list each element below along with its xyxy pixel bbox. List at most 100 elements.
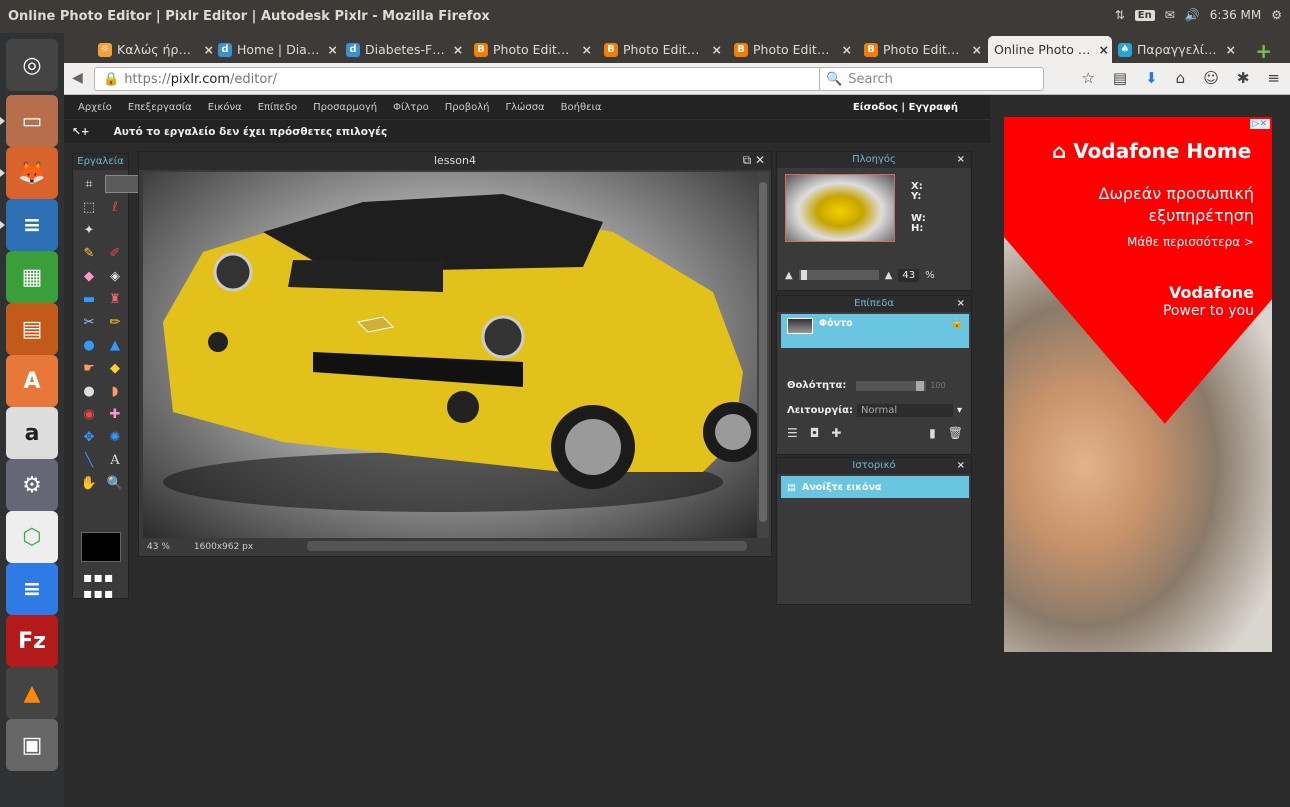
menu-help[interactable]: Βοήθεια [561,102,602,113]
close-icon[interactable]: × [319,42,337,57]
close-icon[interactable]: × [957,152,965,168]
marquee-tool-icon[interactable]: ⬚ [79,198,99,216]
car-photo[interactable] [143,172,763,538]
tab-active[interactable]: Online Photo … × [988,36,1112,63]
tab-5[interactable]: B Photo Edit… × [598,36,728,63]
menu-edit[interactable]: Επεξεργασία [128,102,192,113]
settings-gear-icon[interactable]: ⚙ [1271,8,1282,22]
close-icon[interactable]: × [1218,42,1236,57]
system-settings-icon[interactable]: ⚙ [6,459,58,511]
menu-icon[interactable]: ≡ [1267,69,1280,87]
color-replace-icon[interactable]: ✂ [79,313,99,331]
ubuntu-dash-icon[interactable]: ◎ [6,39,58,91]
mask-icon[interactable]: ◘ [810,426,820,440]
reading-list-icon[interactable]: ▤ [1113,69,1127,87]
duplicate-layer-icon[interactable]: ▮ [929,426,936,440]
impress-icon[interactable]: ▤ [6,303,58,355]
adchoices-icon[interactable]: ▷✕ [1249,119,1270,129]
grid-icon[interactable]: ▪▪▪ ▪▪▪ [83,570,114,602]
color-swatch[interactable] [81,532,121,562]
tab-3[interactable]: d Diabetes-F… × [340,36,468,63]
app-icon[interactable]: ⬡ [6,511,58,563]
writer-icon[interactable]: ≡ [0,199,58,251]
wand-tool-icon[interactable]: ✦ [79,221,99,239]
home-icon[interactable]: ⌂ [1176,69,1186,87]
docs-icon[interactable]: ≡ [6,563,58,615]
sharpen-tool-icon[interactable]: ▲ [105,336,125,354]
vodafone-ad[interactable]: ▷✕ ⌂ Vodafone Home Δωρεάν προσωπική εξυπη… [1004,117,1272,652]
url-bar[interactable]: 🔒 https://pixlr.com/editor/ [94,67,874,91]
zoom-value-input[interactable]: 43 [898,268,920,282]
history-item[interactable]: ▤ Ανοίξτε εικόνα [781,476,969,498]
menu-file[interactable]: Αρχείο [78,102,112,113]
blend-mode-select[interactable]: Normal [856,404,953,417]
sponge-tool-icon[interactable]: ◆ [105,359,125,377]
tab-7[interactable]: B Photo Edit… × [858,36,988,63]
files-icon[interactable]: ▭ [0,95,58,147]
amazon-icon[interactable]: a [6,407,58,459]
gradient-tool-icon[interactable]: ▬ [79,290,99,308]
burn-tool-icon[interactable]: ◗ [105,382,125,400]
menu-image[interactable]: Εικόνα [208,102,242,113]
menu-language[interactable]: Γλώσσα [506,102,545,113]
clock[interactable]: 6:36 ΜΜ [1210,8,1261,22]
extension-icon[interactable]: ✱ [1237,69,1250,87]
mail-icon[interactable]: ✉ [1165,8,1175,22]
lasso-tool-icon[interactable]: ℓ [105,198,125,216]
register-link[interactable]: Εγγραφή [909,102,958,113]
download-icon[interactable]: ⬇ [1145,69,1158,87]
close-icon[interactable]: × [957,458,965,474]
smudge-tool-icon[interactable]: ☛ [79,359,99,377]
save-disk-icon[interactable]: ▣ [6,719,58,771]
close-icon[interactable]: × [445,42,463,57]
software-center-icon[interactable]: A [6,355,58,407]
close-icon[interactable]: × [957,296,965,312]
filezilla-icon[interactable]: Fz [6,615,58,667]
bookmark-star-icon[interactable]: ☆ [1081,69,1094,87]
zoom-tool-icon[interactable]: 🔍 [105,474,125,492]
firefox-icon[interactable]: 🦊 [0,147,58,199]
menu-adjust[interactable]: Προσαρμογή [313,102,377,113]
drawing-tool-icon[interactable]: ✏ [105,313,125,331]
horizontal-scrollbar[interactable] [307,541,747,551]
network-icon[interactable]: ⇅ [1115,8,1125,22]
chevron-down-icon[interactable]: ▾ [957,405,962,416]
close-icon[interactable]: × [704,42,722,57]
new-layer-icon[interactable]: ✚ [831,426,841,440]
layer-settings-icon[interactable]: ☰ [787,426,798,440]
vertical-scrollbar[interactable] [757,172,769,538]
pencil-tool-icon[interactable]: ✎ [79,244,99,262]
picker-tool-icon[interactable]: ╲ [79,451,99,469]
zoom-out-icon[interactable]: ▲ [785,270,793,281]
blur-tool-icon[interactable]: ● [79,336,99,354]
close-icon[interactable]: × [574,42,592,57]
spot-heal-icon[interactable]: ✚ [105,405,125,423]
layer-row-background[interactable]: Φόντο 🔒 [781,314,969,348]
zoom-slider[interactable] [798,270,879,280]
tab-4[interactable]: B Photo Edit… × [468,36,598,63]
tab-1[interactable]: ☼ Καλώς ήρ… × [92,36,220,63]
calc-icon[interactable]: ▦ [6,251,58,303]
tab-6[interactable]: B Photo Edit… × [728,36,858,63]
redeye-tool-icon[interactable]: ◉ [79,405,99,423]
menu-layer[interactable]: Επίπεδο [258,102,297,113]
ad-learn-more-link[interactable]: Μάθε περισσότερα > [1127,235,1254,249]
crop-tool-icon[interactable]: ⌗ [79,175,99,193]
menu-view[interactable]: Προβολή [445,102,490,113]
close-icon[interactable]: × [834,42,852,57]
back-icon[interactable]: ◀ [72,70,83,86]
login-link[interactable]: Είσοδος [853,102,898,113]
opacity-slider[interactable] [856,380,927,391]
close-icon[interactable]: × [964,42,982,57]
menu-filter[interactable]: Φίλτρο [393,102,429,113]
stamp-tool-icon[interactable]: ♜ [105,290,125,308]
new-tab-icon[interactable]: + [1255,39,1272,63]
trash-icon[interactable]: 🗑 [948,426,963,440]
brush-tool-icon[interactable]: ✐ [105,244,125,262]
pinch-tool-icon[interactable]: ✺ [105,428,125,446]
vlc-icon[interactable]: ▲ [6,667,58,719]
tab-9[interactable]: ♠ Παραγγελί… × [1112,36,1242,63]
volume-icon[interactable]: 🔊 [1185,8,1200,22]
bucket-tool-icon[interactable]: ◈ [105,267,125,285]
eraser-tool-icon[interactable]: ◆ [79,267,99,285]
